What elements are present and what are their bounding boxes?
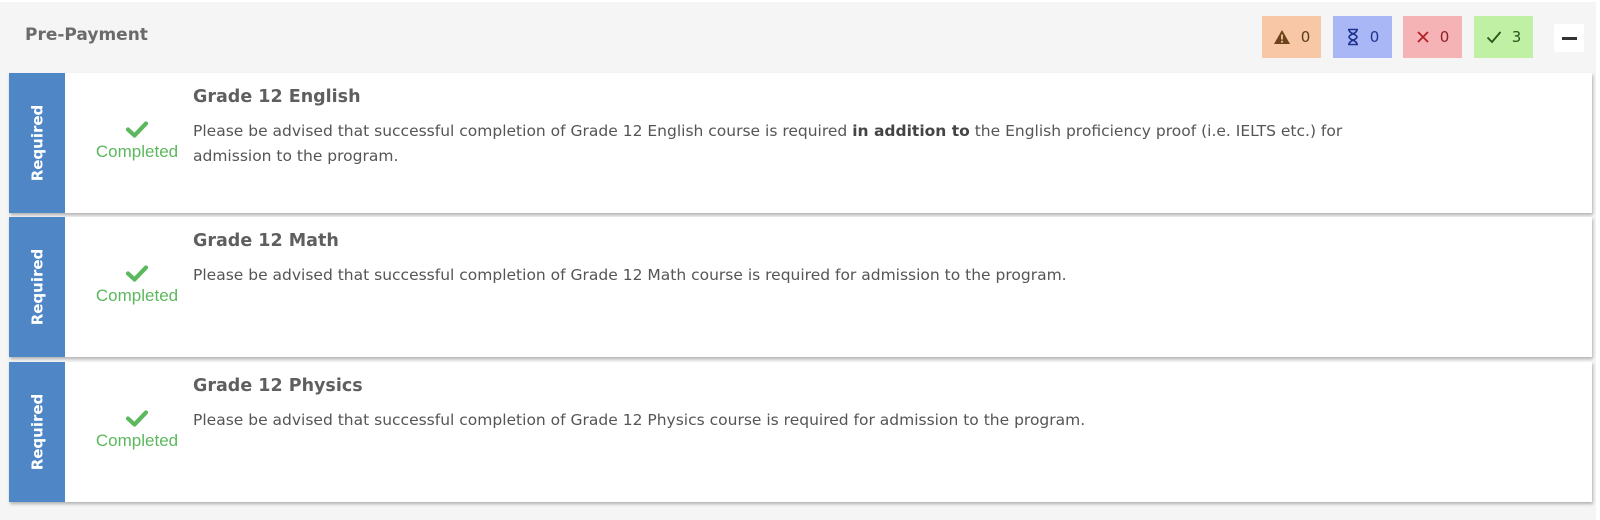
- completed-status: Completed: [77, 265, 197, 306]
- minus-icon: [1561, 36, 1577, 40]
- required-tag: Required: [9, 73, 65, 213]
- checkmark-icon: [126, 121, 148, 138]
- panel-header: Pre-Payment 0 0 0 3: [0, 2, 1596, 72]
- requirement-title: Grade 12 Math: [193, 231, 339, 251]
- requirement-card: Required Completed Grade 12 Physics Plea…: [9, 362, 1592, 502]
- checkmark-icon: [126, 265, 148, 282]
- requirement-title: Grade 12 English: [193, 87, 361, 107]
- warning-count: 0: [1300, 28, 1311, 46]
- completed-count: 3: [1511, 28, 1522, 46]
- hourglass-icon: [1347, 28, 1358, 46]
- failed-count: 0: [1439, 28, 1450, 46]
- requirement-title: Grade 12 Physics: [193, 376, 363, 396]
- requirement-card: Required Completed Grade 12 Math Please …: [9, 217, 1592, 357]
- pending-count: 0: [1369, 28, 1380, 46]
- required-tag: Required: [9, 217, 65, 357]
- warning-triangle-icon: [1273, 30, 1290, 44]
- checkmark-icon: [1486, 31, 1501, 44]
- completed-counter[interactable]: 3: [1474, 16, 1533, 58]
- status-label: Completed: [95, 431, 179, 450]
- status-label: Completed: [95, 142, 179, 161]
- emphasis-text: in addition to: [852, 122, 970, 140]
- completed-status: Completed: [77, 121, 197, 162]
- warning-counter[interactable]: 0: [1262, 16, 1321, 58]
- requirement-card: Required Completed Grade 12 English Plea…: [9, 73, 1592, 213]
- pre-payment-panel: Pre-Payment 0 0 0 3 Required Completed G…: [0, 2, 1596, 520]
- requirement-description: Please be advised that successful comple…: [193, 266, 1067, 284]
- requirement-description: Please be advised that successful comple…: [193, 122, 1343, 165]
- requirement-description: Please be advised that successful comple…: [193, 411, 1086, 429]
- required-tag: Required: [9, 362, 65, 502]
- completed-status: Completed: [77, 410, 197, 451]
- failed-counter[interactable]: 0: [1403, 16, 1462, 58]
- x-mark-icon: [1417, 31, 1429, 43]
- pending-counter[interactable]: 0: [1333, 16, 1392, 58]
- collapse-button[interactable]: [1554, 24, 1584, 52]
- checkmark-icon: [126, 410, 148, 427]
- status-label: Completed: [95, 286, 179, 305]
- section-title: Pre-Payment: [25, 25, 148, 45]
